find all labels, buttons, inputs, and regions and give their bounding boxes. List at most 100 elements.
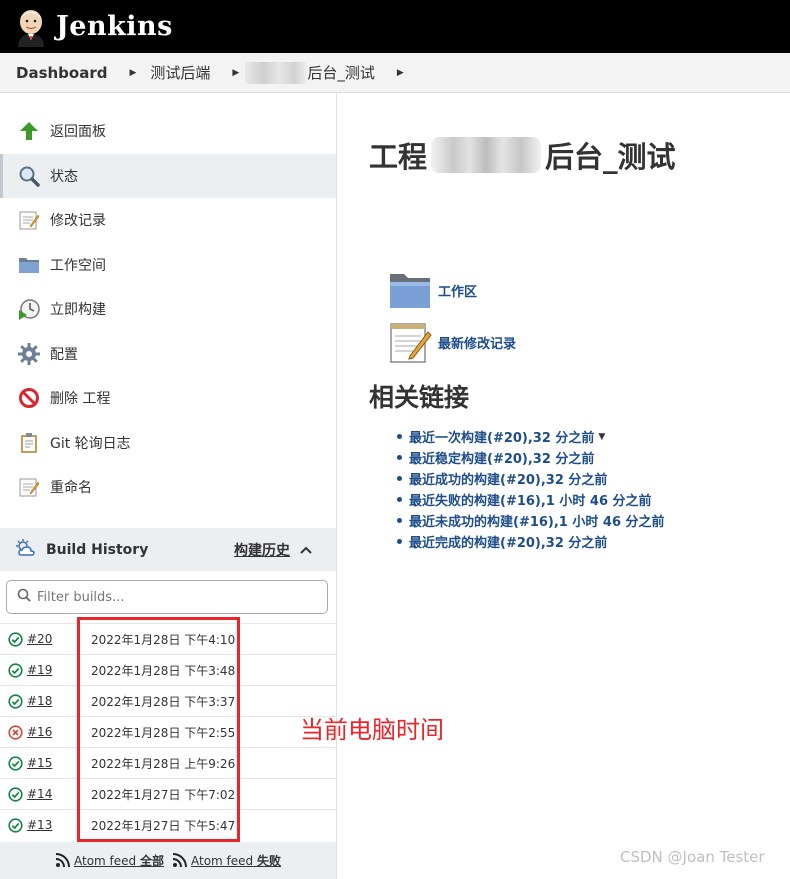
- permalink-last-build[interactable]: 最近一次构建(#20),32 分之前 ▼: [397, 426, 665, 447]
- sidebar-item-back[interactable]: 返回面板: [0, 109, 336, 153]
- folder-icon: [388, 268, 432, 312]
- magnifier-icon: [17, 164, 41, 188]
- annotation-note: 当前电脑时间: [300, 716, 444, 744]
- atom-feed-failure-link[interactable]: Atom feed 失败: [172, 852, 281, 869]
- notepad-icon: [388, 320, 432, 364]
- filter-builds-input[interactable]: Filter builds...: [6, 580, 328, 614]
- chevron-right-icon[interactable]: ▶: [397, 68, 404, 78]
- permalink-label: 最近失败的构建(#16),1 小时 46 分之前: [409, 494, 652, 509]
- no-entry-icon: [17, 386, 41, 410]
- permalink-last-failed[interactable]: 最近失败的构建(#16),1 小时 46 分之前: [397, 489, 665, 510]
- build-history-title: Build History: [46, 541, 149, 558]
- success-check-icon: [8, 817, 23, 833]
- recent-changes-label: 最新修改记录: [438, 336, 517, 352]
- atom-feed-all-link[interactable]: Atom feed 全部: [55, 852, 164, 869]
- sidebar-item-label: 工作空间: [50, 258, 106, 274]
- chevron-up-icon[interactable]: [300, 542, 312, 558]
- permalinks-title: 相关链接: [369, 383, 470, 412]
- notepad-icon: [17, 475, 41, 499]
- build-trend-link[interactable]: 构建历史: [234, 540, 290, 560]
- clipboard-icon: [17, 431, 41, 455]
- breadcrumb: Dashboard ▶ 测试后端 ▶ 后台_测试 ▶: [0, 53, 790, 93]
- top-header: Jenkins: [0, 0, 790, 53]
- weather-icon: [16, 538, 36, 561]
- redacted-block: [431, 137, 542, 173]
- success-check-icon: [8, 693, 23, 709]
- folder-icon: [17, 253, 41, 277]
- bullet: [397, 434, 402, 439]
- permalink-label: 最近一次构建(#20),32 分之前: [409, 431, 595, 446]
- build-number-link[interactable]: #20: [27, 632, 83, 646]
- sidebar-item-configure[interactable]: 配置: [0, 332, 336, 376]
- sidebar-item-label: 配置: [50, 347, 78, 363]
- sidebar-item-delete[interactable]: 删除 工程: [0, 376, 336, 420]
- sidebar-item-changes[interactable]: 修改记录: [0, 198, 336, 242]
- sidebar-item-label: 状态: [50, 169, 78, 185]
- build-number-link[interactable]: #13: [27, 818, 83, 832]
- sidebar-item-label: 修改记录: [50, 213, 106, 229]
- feed-label: Atom feed: [191, 853, 254, 868]
- permalink-label: 最近未成功的构建(#16),1 小时 46 分之前: [409, 515, 665, 530]
- success-check-icon: [8, 786, 23, 802]
- breadcrumb-dashboard[interactable]: Dashboard: [0, 64, 107, 82]
- clock-play-icon: [17, 297, 41, 321]
- feed-links: Atom feed 全部 Atom feed 失败: [0, 842, 336, 879]
- bullet: [397, 539, 402, 544]
- permalinks-list: 最近一次构建(#20),32 分之前 ▼ 最近稳定构建(#20),32 分之前 最…: [397, 426, 665, 552]
- page-title: 工程 后台_测试: [369, 134, 676, 176]
- chevron-down-icon[interactable]: ▼: [598, 432, 605, 442]
- feed-label: Atom feed: [74, 853, 137, 868]
- bullet: [397, 497, 402, 502]
- sidebar-item-workspace[interactable]: 工作空间: [0, 243, 336, 287]
- permalink-last-unsuccessful[interactable]: 最近未成功的构建(#16),1 小时 46 分之前: [397, 510, 665, 531]
- failure-x-icon: [8, 724, 23, 740]
- page-title-prefix: 工程: [369, 140, 428, 174]
- recent-changes-link[interactable]: 最新修改记录: [388, 320, 516, 364]
- jenkins-logo-icon[interactable]: [14, 7, 48, 47]
- annotation-highlight-box: [77, 617, 240, 842]
- permalink-last-completed[interactable]: 最近完成的构建(#20),32 分之前: [397, 531, 665, 552]
- build-number-link[interactable]: #16: [27, 725, 83, 739]
- sidebar-item-git-polling-log[interactable]: Git 轮询日志: [0, 421, 336, 465]
- search-icon: [17, 588, 31, 606]
- chevron-right-icon[interactable]: ▶: [232, 68, 239, 78]
- page-title-suffix: 后台_测试: [545, 140, 676, 174]
- sidebar-item-label: 立即构建: [50, 302, 106, 318]
- permalink-last-stable[interactable]: 最近稳定构建(#20),32 分之前: [397, 447, 665, 468]
- sidebar-item-label: Git 轮询日志: [50, 436, 131, 452]
- build-number-link[interactable]: #15: [27, 756, 83, 770]
- build-number-link[interactable]: #18: [27, 694, 83, 708]
- permalink-label: 最近成功的构建(#20),32 分之前: [409, 473, 608, 488]
- feed-label-suffix: 全部: [139, 854, 164, 868]
- sidebar-item-label: 重命名: [50, 480, 92, 496]
- sidebar-item-rename[interactable]: 重命名: [0, 465, 336, 509]
- workspace-link-label: 工作区: [438, 284, 478, 300]
- workspace-link[interactable]: 工作区: [388, 268, 477, 312]
- gear-icon: [17, 342, 41, 366]
- chevron-right-icon[interactable]: ▶: [129, 68, 136, 78]
- success-check-icon: [8, 755, 23, 771]
- sidebar-item-status[interactable]: 状态: [0, 154, 336, 198]
- feed-label-suffix: 失败: [256, 854, 281, 868]
- breadcrumb-job[interactable]: 后台_测试: [307, 62, 375, 83]
- breadcrumb-folder[interactable]: 测试后端: [136, 62, 210, 83]
- permalink-last-successful[interactable]: 最近成功的构建(#20),32 分之前: [397, 468, 665, 489]
- bullet: [397, 476, 402, 481]
- build-history-header: Build History 构建历史: [0, 528, 336, 571]
- filter-placeholder: Filter builds...: [37, 589, 125, 605]
- rss-icon: [55, 853, 70, 868]
- watermark: CSDN @Joan Tester: [620, 848, 765, 866]
- build-number-link[interactable]: #14: [27, 787, 83, 801]
- notepad-icon: [17, 208, 41, 232]
- up-arrow-icon: [17, 119, 41, 143]
- sidebar-item-label: 返回面板: [50, 124, 106, 140]
- sidebar-item-build-now[interactable]: 立即构建: [0, 287, 336, 331]
- bullet: [397, 518, 402, 523]
- success-check-icon: [8, 631, 23, 647]
- permalink-label: 最近完成的构建(#20),32 分之前: [409, 536, 608, 551]
- success-check-icon: [8, 662, 23, 678]
- bullet: [397, 455, 402, 460]
- sidebar-item-label: 删除 工程: [50, 391, 111, 407]
- brand-name[interactable]: Jenkins: [56, 11, 173, 42]
- build-number-link[interactable]: #19: [27, 663, 83, 677]
